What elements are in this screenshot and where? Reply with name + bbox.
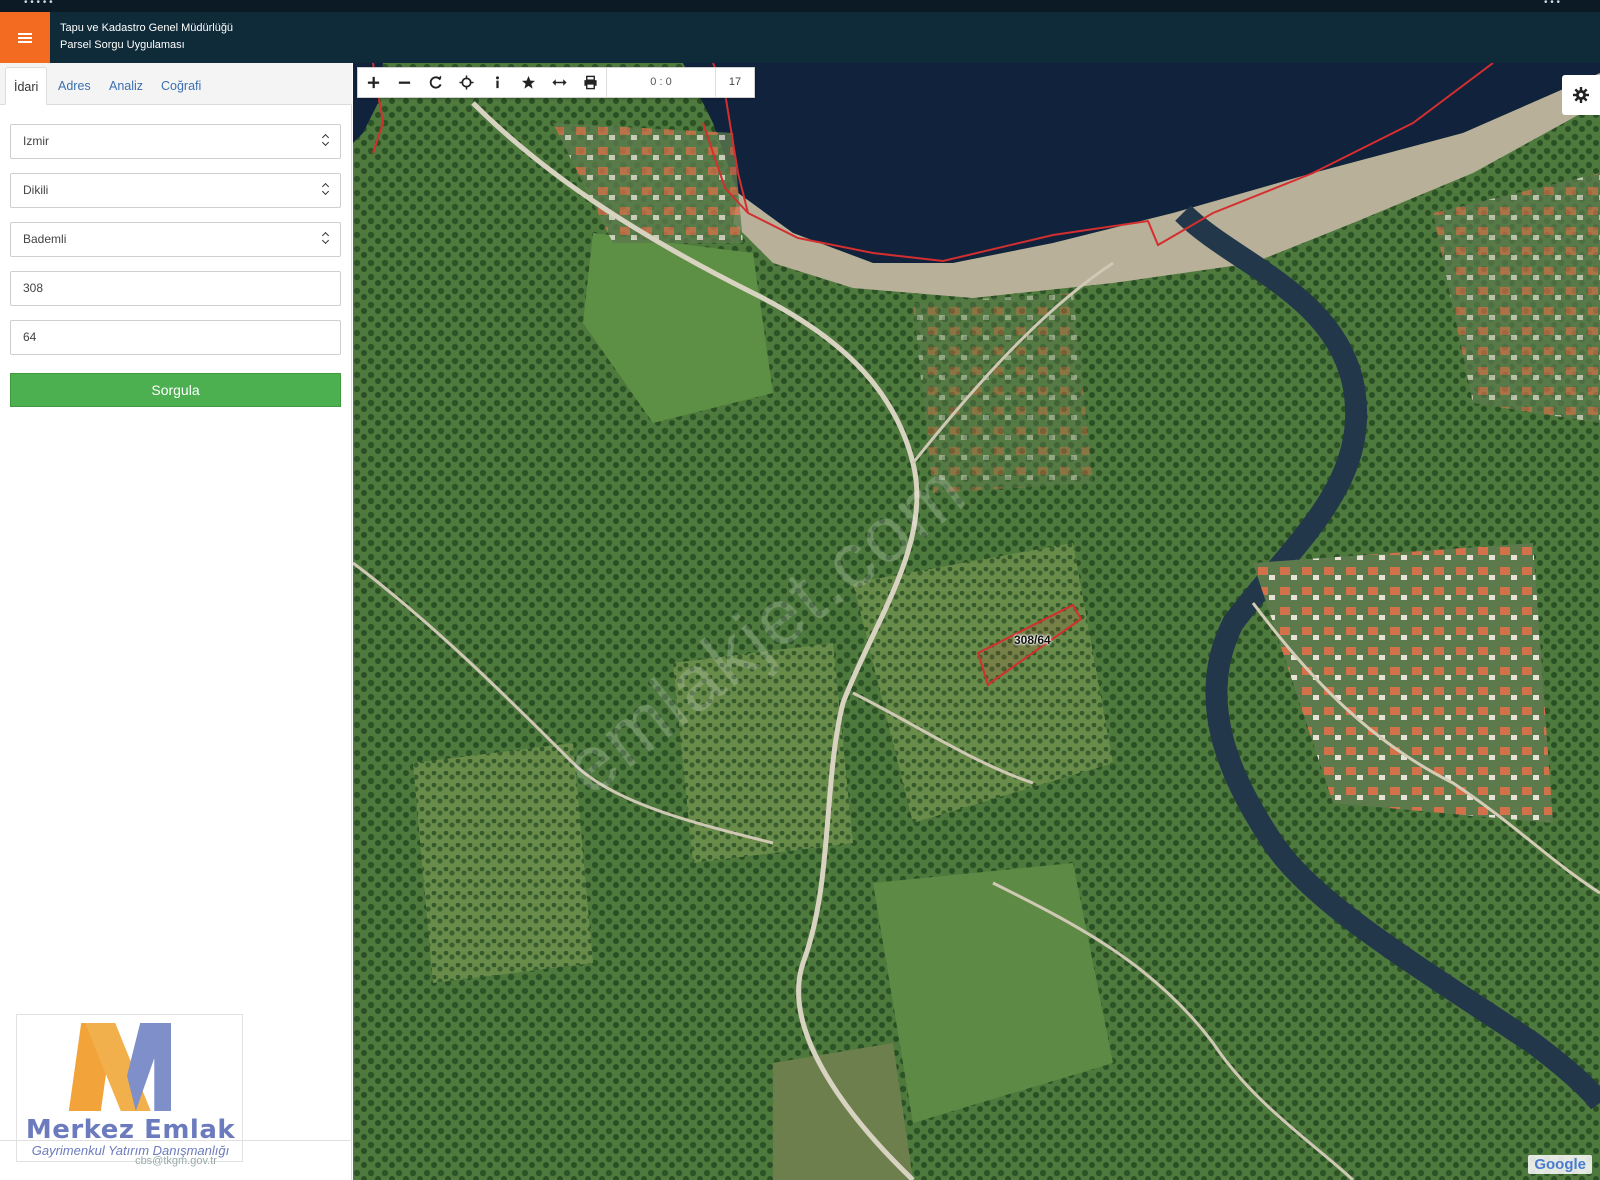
parcel-label[interactable]: 308/64 xyxy=(1014,633,1051,647)
info-icon xyxy=(496,76,499,89)
map-toolbar: 0 : 0 17 xyxy=(357,67,755,98)
block-value: 308 xyxy=(23,281,44,295)
footer-email[interactable]: cbs@tkgm.gov.tr xyxy=(0,1155,352,1167)
registered-icon: ® xyxy=(163,1023,170,1033)
select-chevron-icon xyxy=(322,183,330,197)
province-value: Izmir xyxy=(23,134,49,148)
print-icon xyxy=(584,75,597,90)
status-right: • • • xyxy=(1543,0,1560,8)
neighborhood-value: Bademli xyxy=(23,232,67,246)
map-attribution: Google xyxy=(1528,1155,1592,1174)
favorite-button[interactable] xyxy=(513,68,544,97)
zoom-in-icon xyxy=(367,76,380,89)
settings-button[interactable] xyxy=(1562,75,1600,115)
zoom-in-button[interactable] xyxy=(358,68,389,97)
parcel-input[interactable]: 64 xyxy=(10,320,341,355)
menu-button[interactable] xyxy=(0,12,50,63)
locate-button[interactable] xyxy=(451,68,482,97)
footer-divider xyxy=(0,1140,352,1141)
status-bar: • • • • • • • • xyxy=(0,0,1600,12)
tab-adres[interactable]: Adres xyxy=(50,67,99,105)
gear-icon xyxy=(1573,87,1589,103)
district-select[interactable]: Dikili xyxy=(10,173,341,208)
zoom-level: 17 xyxy=(728,76,742,88)
tab-bar: İdari Adres Analiz Coğrafi xyxy=(0,63,352,105)
hamburger-icon xyxy=(18,32,32,43)
tab-cografi[interactable]: Coğrafi xyxy=(153,67,209,105)
zoom-out-icon xyxy=(398,81,411,84)
block-input[interactable]: 308 xyxy=(10,271,341,306)
province-select[interactable]: Izmir xyxy=(10,124,341,159)
tab-analiz[interactable]: Analiz xyxy=(101,67,151,105)
app-title-line1: Tapu ve Kadastro Genel Müdürlüğü xyxy=(60,22,234,34)
app-header: Tapu ve Kadastro Genel Müdürlüğü Parsel … xyxy=(0,12,1600,63)
map-view[interactable]: emlakjet.com 308/64 0 : 0 17 Google xyxy=(353,63,1600,1180)
measure-button[interactable] xyxy=(544,68,575,97)
logo-mark-icon xyxy=(68,1023,173,1115)
select-chevron-icon xyxy=(322,232,330,246)
app-title-line2: Parsel Sorgu Uygulaması xyxy=(60,39,185,51)
district-value: Dikili xyxy=(23,183,49,197)
print-button[interactable] xyxy=(575,68,606,97)
locate-icon xyxy=(459,75,474,90)
refresh-icon xyxy=(429,75,442,89)
status-left: • • • • • xyxy=(24,0,53,8)
coordinate-display: 0 : 0 xyxy=(606,68,716,97)
query-button[interactable]: Sorgula xyxy=(10,373,341,407)
select-chevron-icon xyxy=(322,134,330,148)
measure-icon xyxy=(552,79,567,86)
query-sidebar: İdari Adres Analiz Coğrafi Izmir Dikili … xyxy=(0,63,352,1180)
refresh-button[interactable] xyxy=(420,68,451,97)
app-title: Tapu ve Kadastro Genel Müdürlüğü Parsel … xyxy=(60,20,233,54)
satellite-imagery xyxy=(353,63,1600,1180)
tab-idari[interactable]: İdari xyxy=(5,67,48,105)
info-button[interactable] xyxy=(482,68,513,97)
neighborhood-select[interactable]: Bademli xyxy=(10,222,341,257)
favorite-icon xyxy=(521,75,536,89)
zoom-out-button[interactable] xyxy=(389,68,420,97)
parcel-value: 64 xyxy=(23,330,37,344)
